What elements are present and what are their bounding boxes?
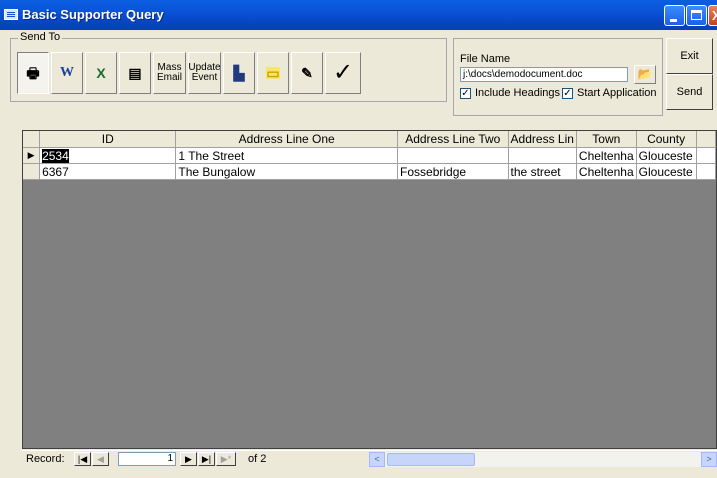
record-count: of 2	[248, 453, 267, 465]
horizontal-scrollbar[interactable]: < >	[369, 452, 717, 467]
file-options-group: File Name j:\docs\demodocument.doc 📂 ✓ I…	[453, 38, 663, 116]
overflow-cell	[696, 163, 716, 180]
title-bar[interactable]: Basic Supporter Query X	[0, 0, 717, 30]
select-all-cell[interactable]	[23, 131, 41, 148]
maximize-button[interactable]	[686, 5, 707, 26]
close-button[interactable]: X	[708, 5, 717, 26]
label-button[interactable]: ▭	[257, 52, 289, 94]
update-event-button[interactable]: Update Event	[188, 52, 221, 94]
address-line-three-cell[interactable]: the street	[508, 163, 577, 180]
scroll-left-icon[interactable]: <	[369, 452, 385, 467]
printer-icon: 🖶	[26, 65, 40, 81]
update-event-label: Update Event	[188, 62, 221, 83]
town-cell[interactable]: Cheltenha	[576, 147, 637, 164]
id-cell[interactable]: 2534	[39, 147, 177, 164]
results-table: ID Address Line One Address Line Two Add…	[23, 131, 716, 180]
mass-email-label: Mass Email	[156, 62, 182, 83]
address-line-one-cell[interactable]: The Bungalow	[175, 163, 399, 180]
contact-card-button[interactable]: ▤	[119, 52, 151, 94]
scroll-right-icon[interactable]: >	[701, 452, 717, 467]
label-icon: ▭	[266, 65, 280, 81]
previous-record-button[interactable]: ◀	[92, 452, 109, 466]
form-icon	[4, 9, 18, 20]
scroll-thumb[interactable]	[387, 453, 475, 466]
mass-email-button[interactable]: Mass Email	[153, 52, 186, 94]
column-header-county[interactable]: County	[636, 131, 697, 148]
contact-card-icon: ▤	[128, 65, 142, 81]
new-record-button[interactable]: ▶*	[216, 452, 236, 466]
edit-form-icon: ✎	[301, 65, 313, 81]
header-row: ID Address Line One Address Line Two Add…	[23, 131, 716, 148]
edit-form-button[interactable]: ✎	[291, 52, 323, 94]
first-record-button[interactable]: |◀	[74, 452, 91, 466]
exit-button[interactable]: Exit	[666, 38, 713, 74]
send-to-group: Send To 🖶 W X ▤ Mass Email Update Event …	[10, 31, 447, 102]
window-title: Basic Supporter Query	[22, 7, 164, 22]
word-icon: W	[60, 65, 74, 80]
record-navigation-bar: Record: |◀ ◀ 1 ▶ ▶| ▶* of 2 < >	[22, 450, 717, 468]
last-record-icon: ▶|	[201, 454, 212, 464]
minimize-button[interactable]	[664, 5, 685, 26]
confirm-button[interactable]: ✓	[325, 52, 361, 94]
id-value: 2534	[42, 148, 69, 163]
last-record-button[interactable]: ▶|	[198, 452, 215, 466]
excel-button[interactable]: X	[85, 52, 117, 94]
chart-icon: ▙	[233, 65, 245, 81]
column-header-overflow	[696, 131, 716, 148]
new-record-icon: ▶*	[220, 454, 232, 464]
word-button[interactable]: W	[51, 52, 83, 94]
address-line-two-cell[interactable]: Fossebridge	[397, 163, 509, 180]
checkmark-icon: ✓	[332, 59, 354, 86]
town-cell[interactable]: Cheltenha	[576, 163, 637, 180]
column-header-address-line-one[interactable]: Address Line One	[175, 131, 399, 148]
include-headings-label: Include Headings	[475, 87, 561, 99]
send-to-label: Send To	[18, 31, 63, 43]
next-record-button[interactable]: ▶	[180, 452, 197, 466]
overflow-cell	[696, 147, 716, 164]
start-application-checkbox[interactable]: ✓ Start Application	[562, 87, 657, 99]
close-icon: X	[712, 8, 717, 23]
column-header-address-line-two[interactable]: Address Line Two	[397, 131, 509, 148]
print-button[interactable]: 🖶	[17, 52, 49, 94]
results-datasheet: ID Address Line One Address Line Two Add…	[22, 130, 717, 449]
first-record-icon: |◀	[77, 454, 88, 464]
include-headings-check: ✓	[460, 87, 471, 99]
address-line-three-cell[interactable]	[508, 147, 577, 164]
previous-record-icon: ◀	[97, 454, 104, 464]
record-selector[interactable]: ▶	[23, 147, 41, 164]
start-application-label: Start Application	[577, 87, 657, 99]
column-header-id[interactable]: ID	[39, 131, 177, 148]
send-button[interactable]: Send	[666, 74, 713, 110]
form-body: Send To 🖶 W X ▤ Mass Email Update Event …	[0, 30, 717, 478]
current-record-input[interactable]: 1	[118, 452, 176, 466]
column-header-address-line-three[interactable]: Address Lin	[508, 131, 577, 148]
table-row[interactable]: 6367 The Bungalow Fossebridge the street…	[23, 163, 716, 180]
address-line-two-cell[interactable]	[397, 147, 509, 164]
table-row[interactable]: ▶ 2534 1 The Street Cheltenha Glouceste	[23, 147, 716, 164]
query-window: Basic Supporter Query X Send To 🖶 W X ▤ …	[0, 0, 717, 478]
start-application-check: ✓	[562, 87, 573, 99]
file-name-label: File Name	[460, 53, 511, 65]
record-selector[interactable]	[23, 163, 41, 180]
record-label: Record:	[26, 453, 65, 465]
folder-icon: 📂	[637, 67, 653, 81]
file-name-input[interactable]: j:\docs\demodocument.doc	[460, 67, 628, 82]
include-headings-checkbox[interactable]: ✓ Include Headings	[460, 87, 560, 99]
county-cell[interactable]: Glouceste	[636, 147, 697, 164]
browse-folder-button[interactable]: 📂	[634, 65, 656, 84]
id-cell[interactable]: 6367	[39, 163, 177, 180]
address-line-one-cell[interactable]: 1 The Street	[175, 147, 399, 164]
column-header-town[interactable]: Town	[576, 131, 637, 148]
county-cell[interactable]: Glouceste	[636, 163, 697, 180]
next-record-icon: ▶	[185, 454, 192, 464]
excel-icon: X	[96, 65, 106, 81]
chart-button[interactable]: ▙	[223, 52, 255, 94]
